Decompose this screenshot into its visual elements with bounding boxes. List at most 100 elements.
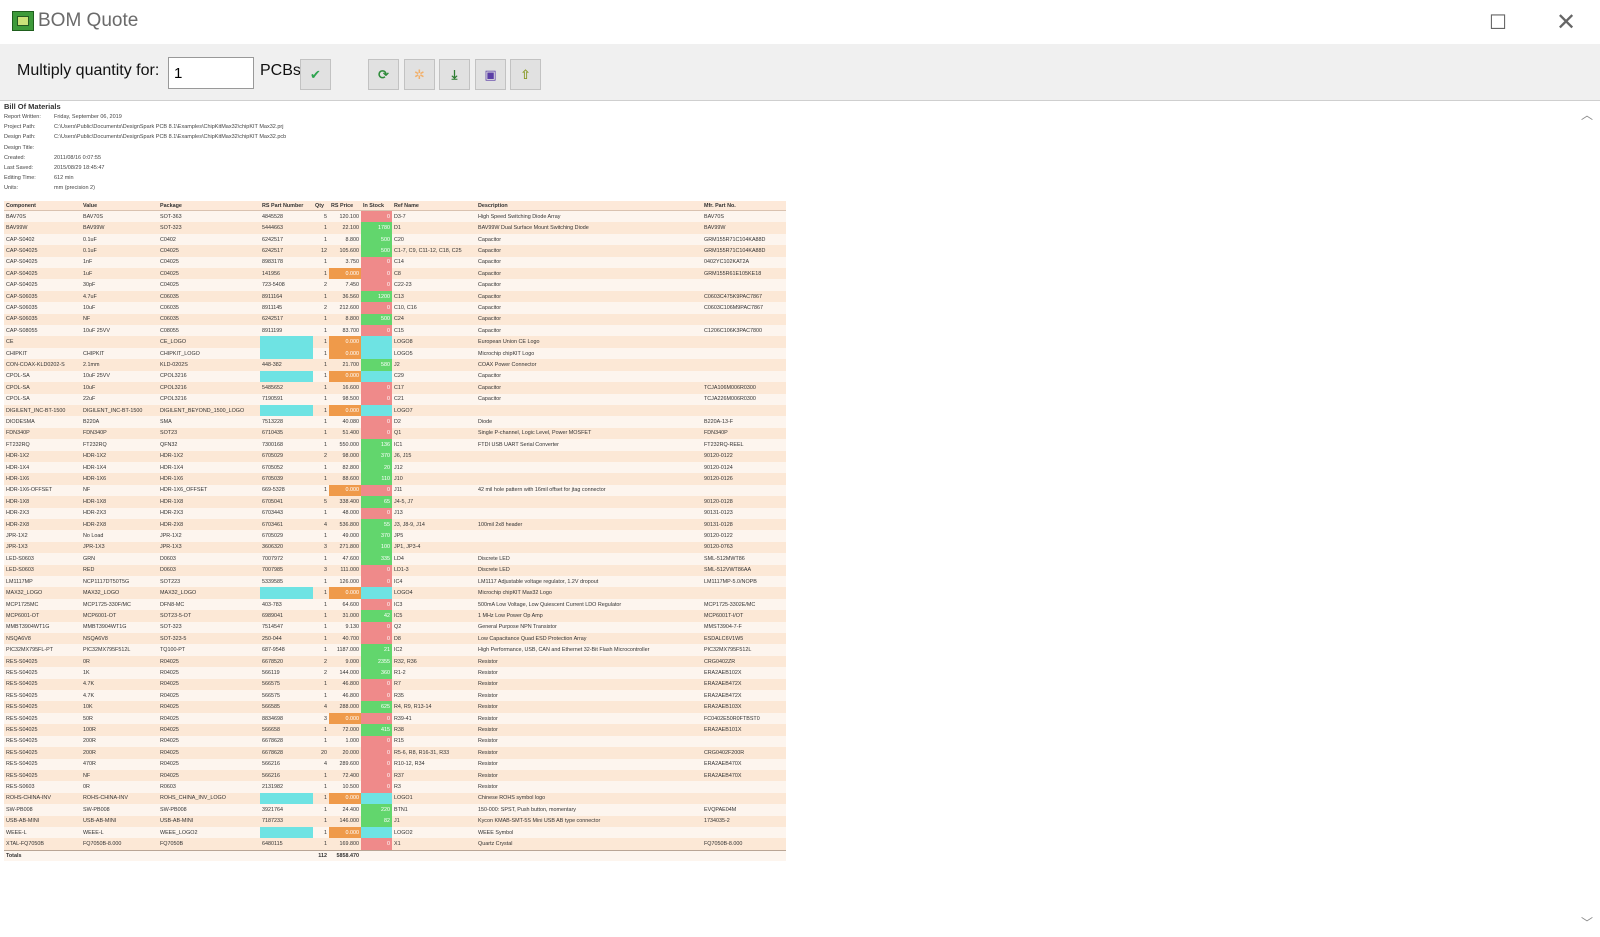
- table-cell: 0: [361, 427, 392, 440]
- table-row: WEEE-L WEEE-L WEEE_LOGO2 1 0.000 LOGO2 WEEE Sy…: [4, 826, 786, 839]
- table-cell: ERA2AEB470X: [702, 769, 786, 782]
- scroll-up-button[interactable]: ︿: [1578, 106, 1596, 122]
- upload-button[interactable]: ⇧: [510, 59, 541, 90]
- apply-button[interactable]: ✔: [300, 59, 331, 90]
- table-row: FT232RQ FT232RQ QFN32 7300168 1 550.000 136 IC1…: [4, 439, 786, 451]
- table-cell: 1: [313, 690, 329, 702]
- table-cell: 110: [361, 473, 392, 485]
- table-cell: GRM155R71C104KA88D: [702, 245, 786, 257]
- table-cell: 7513228: [260, 416, 313, 428]
- report-view[interactable]: Bill Of Materials Report Written: Friday,…: [3, 101, 1578, 935]
- table-cell: J13: [392, 507, 476, 519]
- pcbs-label: PCBs: [260, 62, 301, 79]
- app-icon: [12, 11, 34, 31]
- table-cell: DIGILENT_INC-BT-1500: [4, 404, 81, 417]
- table-cell: RES-S04025: [4, 667, 81, 679]
- table-row: RES-S04025 470R R04025 566216 4 289.600 0 R10-1…: [4, 758, 786, 770]
- table-cell: 2: [313, 279, 329, 291]
- table-cell: 48.000: [329, 507, 361, 519]
- table-cell: 288.000: [329, 701, 361, 713]
- table-cell: SMA: [158, 416, 260, 428]
- table-cell: [476, 530, 702, 542]
- refresh-button[interactable]: ⟳: [368, 59, 399, 90]
- table-cell: 1: [313, 781, 329, 793]
- table-cell: 0: [361, 690, 392, 702]
- table-cell: C14: [392, 256, 476, 269]
- table-cell: 40.080: [329, 416, 361, 428]
- table-cell: 1: [313, 587, 329, 599]
- table-cell: 1: [313, 370, 329, 383]
- scroll-down-button[interactable]: ﹀: [1578, 914, 1596, 930]
- table-cell: 448-382: [260, 359, 313, 371]
- table-cell: [361, 587, 392, 599]
- maximize-button[interactable]: ☐: [1478, 8, 1518, 36]
- table-cell: MMBT3904WT1G: [81, 621, 158, 634]
- table-cell: HDR-1X6_OFFSET: [158, 484, 260, 497]
- table-cell: CRG0402ZR: [702, 655, 786, 668]
- table-row: HDR-1X6-OFFSET NF HDR-1X6_OFFSET 669-5328 1 0…: [4, 484, 786, 497]
- table-cell: 8911164: [260, 290, 313, 303]
- table-cell: 10uF: [81, 382, 158, 394]
- table-cell: 1: [313, 233, 329, 246]
- table-row: ROHS-CHINA-INV ROHS-CHINA-INV ROHS_CHINA_I…: [4, 792, 786, 805]
- table-row: RES-S04025 50R R04025 8834698 3 0.000 0 R39-41 R…: [4, 712, 786, 725]
- table-cell: 6705041: [260, 496, 313, 508]
- table-row: JPR-1X2 No Load JPR-1X2 6705029 1 49.000 370 JP…: [4, 530, 786, 542]
- table-cell: 1: [313, 473, 329, 485]
- table-row: NSQA6V8 NSQA6V8 SOT-323-5 250-044 1 40.700 0 D8…: [4, 633, 786, 645]
- table-cell: [81, 336, 158, 348]
- table-cell: NF: [81, 769, 158, 782]
- table-cell: JP5: [392, 530, 476, 542]
- table-cell: 289.600: [329, 758, 361, 770]
- table-cell: ROHS-CHINA-INV: [81, 792, 158, 805]
- table-cell: 1: [313, 256, 329, 269]
- toolbar: Multiply quantity for: PCBs ✔ ⟳ ✲ ⤓ ▣ ⇧: [0, 44, 1600, 101]
- table-cell: 4: [313, 701, 329, 713]
- settings-button[interactable]: ✲: [404, 59, 435, 90]
- table-cell: LOGO7: [392, 404, 476, 417]
- table-cell: 31.000: [329, 610, 361, 622]
- table-cell: ESDALC6V1W5: [702, 633, 786, 645]
- table-cell: SOT-363: [158, 210, 260, 223]
- table-cell: Resistor: [476, 747, 702, 759]
- table-cell: Resistor: [476, 701, 702, 713]
- table-cell: Q1: [392, 427, 476, 440]
- table-cell: R04025: [158, 747, 260, 759]
- save-button[interactable]: ▣: [475, 59, 506, 90]
- table-cell: USB-AB-MINI: [4, 815, 81, 827]
- table-cell: 1: [313, 325, 329, 337]
- table-cell: 360: [361, 667, 392, 679]
- table-cell: J2: [392, 359, 476, 371]
- table-cell: B220A: [81, 416, 158, 428]
- table-row: RES-S04025 1K R04025 566119 2 144.000 360 R1-2 R…: [4, 667, 786, 679]
- meta-key: Design Title:: [4, 144, 35, 151]
- table-cell: 200R: [81, 735, 158, 748]
- table-cell: 566575: [260, 678, 313, 691]
- download-button[interactable]: ⤓: [439, 59, 470, 90]
- table-cell: 141956: [260, 268, 313, 280]
- table-row: MCP1725MC MCP1725-330F/MC DFN8-MC 403-783 1 6…: [4, 598, 786, 611]
- table-cell: R04025: [158, 655, 260, 668]
- close-button[interactable]: ✕: [1546, 8, 1586, 36]
- table-cell: MAX32_LOGO: [158, 587, 260, 599]
- table-row: CAP-S04025 30pF C04025 723-5408 2 7.450 0 C22-2…: [4, 279, 786, 291]
- table-cell: 0.000: [329, 826, 361, 839]
- table-cell: [476, 541, 702, 554]
- meta-value: 2011/08/16 0:07:55: [54, 154, 101, 161]
- table-cell: [476, 473, 702, 485]
- table-cell: ROHS-CHINA-INV: [4, 792, 81, 805]
- table-cell: CPOL3216: [158, 393, 260, 405]
- table-cell: J12: [392, 461, 476, 474]
- table-row: CAP-S06035 10uF C06035 8911145 2 212.600 0 C10,…: [4, 302, 786, 314]
- quantity-input[interactable]: [168, 57, 254, 89]
- table-cell: 46.800: [329, 690, 361, 702]
- table-cell: [702, 792, 786, 805]
- table-cell: LM1117MP: [4, 576, 81, 588]
- table-cell: R15: [392, 735, 476, 748]
- table-cell: 5: [313, 496, 329, 508]
- table-row: RES-S04025 100R R04025 566658 1 72.000 415 R38 R…: [4, 724, 786, 736]
- table-row: CE CE_LOGO 1 0.000 LOGO8 European Union CE Lo…: [4, 336, 786, 348]
- table-cell: C29: [392, 370, 476, 383]
- table-row: RES-S0603 0R R0603 2131982 1 10.500 0 R3 Resisto…: [4, 781, 786, 793]
- table-cell: CHIPKIT: [4, 347, 81, 360]
